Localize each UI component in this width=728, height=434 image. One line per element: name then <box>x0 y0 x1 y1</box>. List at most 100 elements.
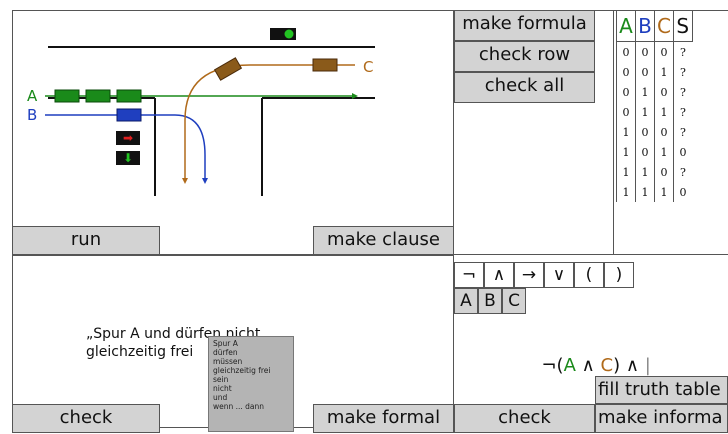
cell: 1 <box>654 102 674 122</box>
right-arrow-icon: ➡ <box>123 131 133 145</box>
table-row[interactable]: 0 1 0? <box>616 82 692 102</box>
implies-operator-button[interactable]: → <box>514 262 544 288</box>
cell: 1 <box>635 82 655 102</box>
cell: 0 <box>635 122 655 142</box>
header-b: B <box>635 10 655 42</box>
cell: 1 <box>654 182 674 202</box>
car-a-2 <box>85 89 111 103</box>
not-operator-button[interactable]: ¬ <box>454 262 484 288</box>
table-row[interactable]: 0 0 1? <box>616 62 692 82</box>
cell: ? <box>673 62 692 82</box>
variable-c-button[interactable]: C <box>502 288 526 314</box>
lane-b-label: B <box>27 106 37 124</box>
truth-table-left-line <box>613 10 614 255</box>
cell: 1 <box>635 102 655 122</box>
header-a: A <box>616 10 636 42</box>
truth-table: A B C S 0 0 0? 0 0 1? 0 1 0? 0 1 1? 1 0 0? 1010 11… <box>616 10 693 202</box>
check-button-right[interactable]: check <box>454 404 595 433</box>
car-c-2 <box>213 57 243 81</box>
variable-b-button[interactable]: B <box>478 288 502 314</box>
lane-c-arrowhead <box>182 178 188 184</box>
close-paren-button[interactable]: ) <box>604 262 634 288</box>
cell: 0 <box>616 41 636 62</box>
cell: 0 <box>673 182 692 202</box>
cell: 0 <box>673 142 692 162</box>
cell: ? <box>673 82 692 102</box>
word-list-popup[interactable]: Spur A dürfen müssen gleichzeitig frei s… <box>208 336 294 432</box>
make-informal-button[interactable]: make informa <box>595 404 728 433</box>
word-option[interactable]: sein <box>213 375 289 384</box>
word-option[interactable]: und <box>213 393 289 402</box>
truth-table-header: A B C S <box>616 10 693 42</box>
and-operator-button[interactable]: ∧ <box>484 262 514 288</box>
make-clause-button[interactable]: make clause <box>313 226 454 255</box>
or-operator-button[interactable]: ∨ <box>544 262 574 288</box>
down-arrow-icon: ⬇ <box>123 151 133 165</box>
car-c-1 <box>312 58 338 72</box>
formula-close: ) ∧ <box>613 355 645 376</box>
lane-a-label: A <box>27 87 38 105</box>
cell: 0 <box>654 82 674 102</box>
car-a-3 <box>116 89 142 103</box>
make-formal-button[interactable]: make formal <box>313 404 454 433</box>
cell: 0 <box>616 62 636 82</box>
word-option[interactable]: dürfen <box>213 348 289 357</box>
table-row[interactable]: 1110 <box>616 182 692 202</box>
table-row[interactable]: 1010 <box>616 142 692 162</box>
lane-b-path <box>45 114 206 178</box>
cell: 1 <box>616 122 636 142</box>
word-option[interactable]: wenn ... dann <box>213 402 289 411</box>
car-b-1 <box>116 108 142 122</box>
cell: 1 <box>616 182 636 202</box>
table-row[interactable]: 1 1 0? <box>616 162 692 182</box>
cell: ? <box>673 122 692 142</box>
cell: 0 <box>635 142 655 162</box>
check-row-button[interactable]: check row <box>454 41 595 72</box>
table-row[interactable]: 0 0 0? <box>616 41 692 62</box>
cell: 1 <box>635 182 655 202</box>
cell: 0 <box>635 41 655 62</box>
formula-display[interactable]: ¬(A ∧ C) ∧ | <box>530 334 651 376</box>
traffic-light-green-lamp <box>284 29 294 39</box>
text-cursor: | <box>644 355 651 376</box>
cell: 1 <box>635 162 655 182</box>
check-all-button[interactable]: check all <box>454 72 595 103</box>
lane-b-arrowhead <box>202 178 208 184</box>
cell: 0 <box>654 41 674 62</box>
table-row[interactable]: 0 1 1? <box>616 102 692 122</box>
formula-neg: ¬( <box>541 355 564 376</box>
cell: 0 <box>616 82 636 102</box>
cell: 0 <box>616 102 636 122</box>
check-button-left[interactable]: check <box>12 404 160 433</box>
cell: ? <box>673 102 692 122</box>
cell: ? <box>673 162 692 182</box>
word-option[interactable]: nicht <box>213 384 289 393</box>
cell: 1 <box>654 62 674 82</box>
sentence-line-2: gleichzeitig frei <box>86 344 194 360</box>
cell: 1 <box>616 162 636 182</box>
lane-c-label: C <box>363 58 373 76</box>
formula-and: ∧ <box>575 355 601 376</box>
run-button[interactable]: run <box>12 226 160 255</box>
formula-var-a: A <box>563 355 576 376</box>
word-option[interactable]: gleichzeitig frei <box>213 366 289 375</box>
cell: 0 <box>654 122 674 142</box>
header-c: C <box>654 10 674 42</box>
cell: 0 <box>654 162 674 182</box>
car-a-1 <box>54 89 80 103</box>
traffic-scene: ➡ ⬇ A B C <box>27 28 375 196</box>
make-formula-button[interactable]: make formula <box>454 10 595 41</box>
lane-c-path <box>184 64 355 178</box>
fill-truth-table-button[interactable]: fill truth table <box>595 376 728 404</box>
cell: 1 <box>654 142 674 162</box>
variable-a-button[interactable]: A <box>454 288 478 314</box>
cell: 1 <box>616 142 636 162</box>
formula-var-c: C <box>600 355 614 376</box>
header-s: S <box>673 10 693 42</box>
word-option[interactable]: müssen <box>213 357 289 366</box>
cell: 0 <box>635 62 655 82</box>
cell: ? <box>673 41 692 62</box>
word-option[interactable]: Spur A <box>213 339 289 348</box>
table-row[interactable]: 1 0 0? <box>616 122 692 142</box>
open-paren-button[interactable]: ( <box>574 262 604 288</box>
